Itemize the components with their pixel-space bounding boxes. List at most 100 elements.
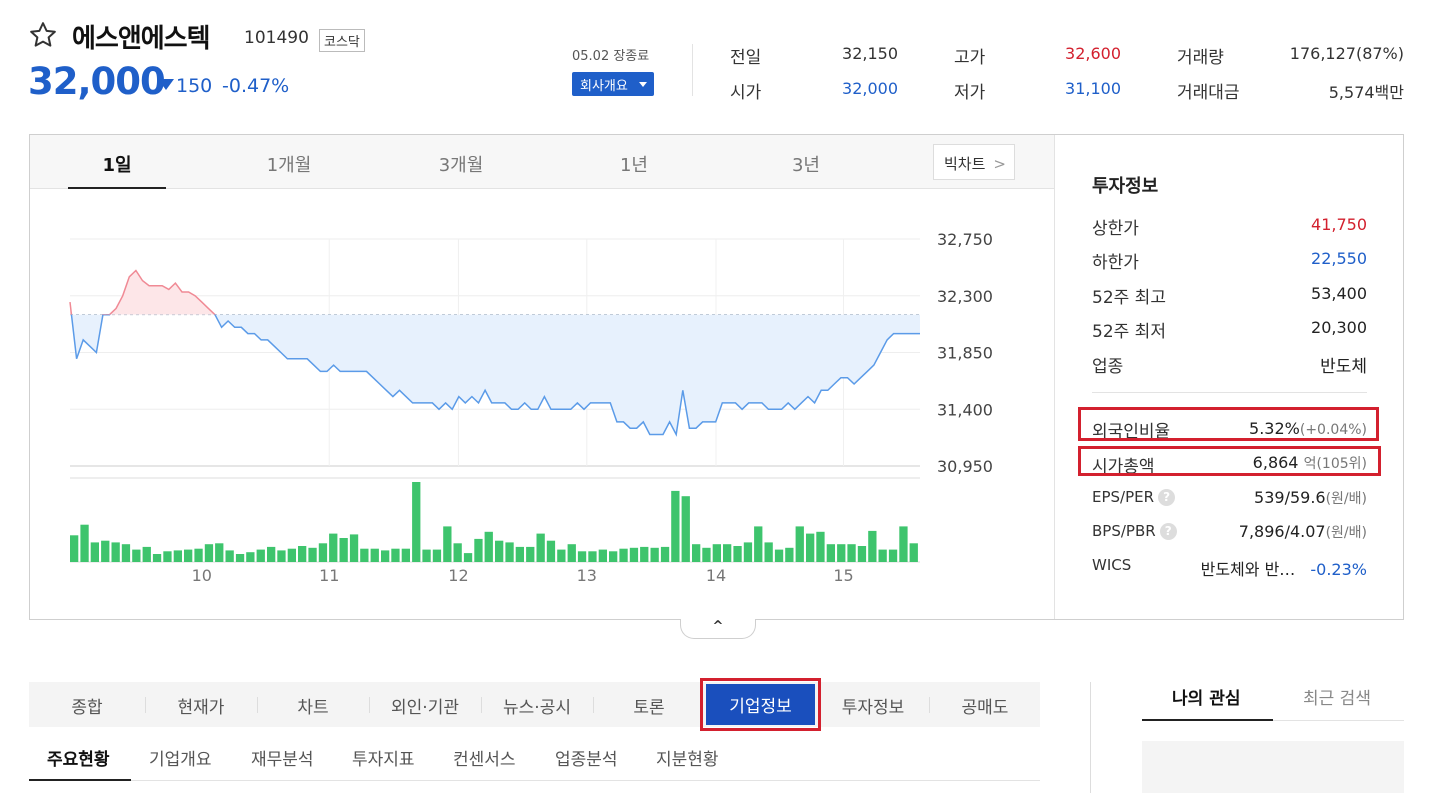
volume-bar xyxy=(888,549,898,562)
volume-bar xyxy=(443,526,452,562)
volume-bar xyxy=(536,533,545,562)
active-subtab-underline xyxy=(29,779,131,781)
tab-1month[interactable]: 1개월 xyxy=(239,151,339,177)
low-value: 31,100 xyxy=(1065,79,1121,98)
bps-pbr-unit: (원/배) xyxy=(1325,525,1367,541)
open-value: 32,000 xyxy=(842,79,898,98)
volume-bar xyxy=(868,530,877,562)
volume-bar xyxy=(463,553,473,562)
divider xyxy=(1090,682,1091,793)
volume-bar xyxy=(640,546,649,562)
volume-value: 176,127(87%) xyxy=(1289,44,1404,63)
wics-label: WICS xyxy=(1092,556,1132,574)
tab-3year[interactable]: 3년 xyxy=(756,151,856,177)
low-label: 저가 xyxy=(954,83,986,103)
high-label: 고가 xyxy=(954,48,986,68)
bps-pbr: 7,896/4.07 xyxy=(1238,522,1326,541)
subtab-shareholding[interactable]: 지분현황 xyxy=(656,745,719,770)
tab-recent-search[interactable]: 최근 검색 xyxy=(1303,684,1371,709)
bigchart-label: 빅차트 xyxy=(944,155,986,173)
subtab-financial-analysis[interactable]: 재무분석 xyxy=(251,745,314,770)
stock-code: 101490 xyxy=(244,28,309,48)
active-right-tab-underline xyxy=(1142,719,1273,721)
price-change-percent: -0.47% xyxy=(222,75,290,97)
volume-bar xyxy=(70,535,79,562)
tab-news[interactable]: 뉴스·공시 xyxy=(481,693,593,718)
eps-per: 539/59.6 xyxy=(1254,488,1326,507)
help-icon[interactable]: ? xyxy=(1158,489,1176,506)
52w-low-label: 52주 최저 xyxy=(1092,322,1166,342)
tab-discussion[interactable]: 토론 xyxy=(593,693,705,718)
volume-bar xyxy=(474,538,483,562)
volume-bar xyxy=(173,550,182,562)
volume-bar xyxy=(318,543,328,562)
volume-bar xyxy=(349,534,359,562)
tab-foreign-institution[interactable]: 외인·기관 xyxy=(369,693,481,718)
tab-company-info[interactable]: 기업정보 xyxy=(706,684,815,725)
eps-per-text: EPS/PER xyxy=(1092,488,1155,506)
favorite-star-icon[interactable] xyxy=(28,20,58,50)
wics-sector: 반도체와 반… xyxy=(1200,560,1296,579)
volume-bar xyxy=(764,542,773,562)
volume-bar xyxy=(816,531,825,562)
lower-limit-label: 하한가 xyxy=(1092,253,1139,273)
tab-3month[interactable]: 3개월 xyxy=(411,151,511,177)
bps-pbr-value: 7,896/4.07(원/배) xyxy=(1239,522,1367,542)
open-label: 시가 xyxy=(730,83,762,103)
y-tick-label: 32,750 xyxy=(937,230,993,249)
volume-bar xyxy=(733,546,742,562)
volume-bar xyxy=(422,549,431,562)
volume-bar xyxy=(412,482,421,562)
volume-bar xyxy=(795,526,804,562)
subtab-consensus[interactable]: 컨센서스 xyxy=(453,745,516,770)
volume-bar xyxy=(712,544,721,562)
subtab-sector-analysis[interactable]: 업종분석 xyxy=(555,745,618,770)
volume-bar xyxy=(152,554,162,562)
tab-my-watchlist[interactable]: 나의 관심 xyxy=(1172,684,1240,709)
volume-bar xyxy=(692,544,701,562)
volume-bar xyxy=(225,550,234,562)
tab-1year[interactable]: 1년 xyxy=(584,151,684,177)
highlight-box xyxy=(1078,446,1381,476)
wics-value[interactable]: 반도체와 반… -0.23% xyxy=(1201,556,1367,580)
tab-current-price[interactable]: 현재가 xyxy=(145,693,257,718)
current-price: 32,000 xyxy=(28,60,166,103)
eps-per-label: EPS/PER? xyxy=(1092,488,1176,506)
subtab-company-overview[interactable]: 기업개요 xyxy=(149,745,212,770)
volume-bar xyxy=(308,547,317,562)
tab-short-selling[interactable]: 공매도 xyxy=(929,693,1041,718)
volume-bar xyxy=(671,490,680,562)
intraday-chart[interactable]: 32,750 32,300 31,850 31,400 30,950 10 11 12 13 14… xyxy=(30,189,1030,589)
divider xyxy=(1054,135,1055,619)
52w-high-value: 53,400 xyxy=(1311,284,1367,303)
subtab-investment-indicators[interactable]: 투자지표 xyxy=(352,745,415,770)
highlight-box xyxy=(1078,407,1379,441)
divider xyxy=(692,44,693,96)
bigchart-button[interactable]: 빅차트 > xyxy=(933,144,1015,180)
subtab-key-status[interactable]: 주요현황 xyxy=(47,745,110,770)
volume-bar xyxy=(743,542,753,562)
volume-bar xyxy=(453,543,462,562)
volume-bar xyxy=(899,526,908,562)
sector-label: 업종 xyxy=(1092,357,1124,377)
tab-1day[interactable]: 1일 xyxy=(67,151,167,177)
company-profile-button[interactable]: 회사개요 xyxy=(572,72,654,96)
volume-bar xyxy=(215,543,224,562)
volume-bar xyxy=(111,542,120,562)
volume-bar xyxy=(142,546,151,562)
volume-bar xyxy=(339,538,348,562)
caret-down-icon xyxy=(639,82,647,87)
high-value: 32,600 xyxy=(1065,44,1121,63)
volume-bar xyxy=(837,544,846,562)
volume-bar xyxy=(184,549,193,562)
volume-bar xyxy=(298,546,307,562)
sector-value[interactable]: 반도체 xyxy=(1320,352,1367,377)
tab-chart[interactable]: 차트 xyxy=(257,693,369,718)
tab-overview[interactable]: 종합 xyxy=(31,693,143,718)
help-icon[interactable]: ? xyxy=(1159,523,1177,540)
volume-bar xyxy=(246,552,255,562)
x-tick-label: 10 xyxy=(192,566,212,585)
volume-bar xyxy=(370,548,379,562)
tab-invest-info[interactable]: 투자정보 xyxy=(817,693,929,718)
collapse-chart-button[interactable]: ^ xyxy=(680,619,756,639)
